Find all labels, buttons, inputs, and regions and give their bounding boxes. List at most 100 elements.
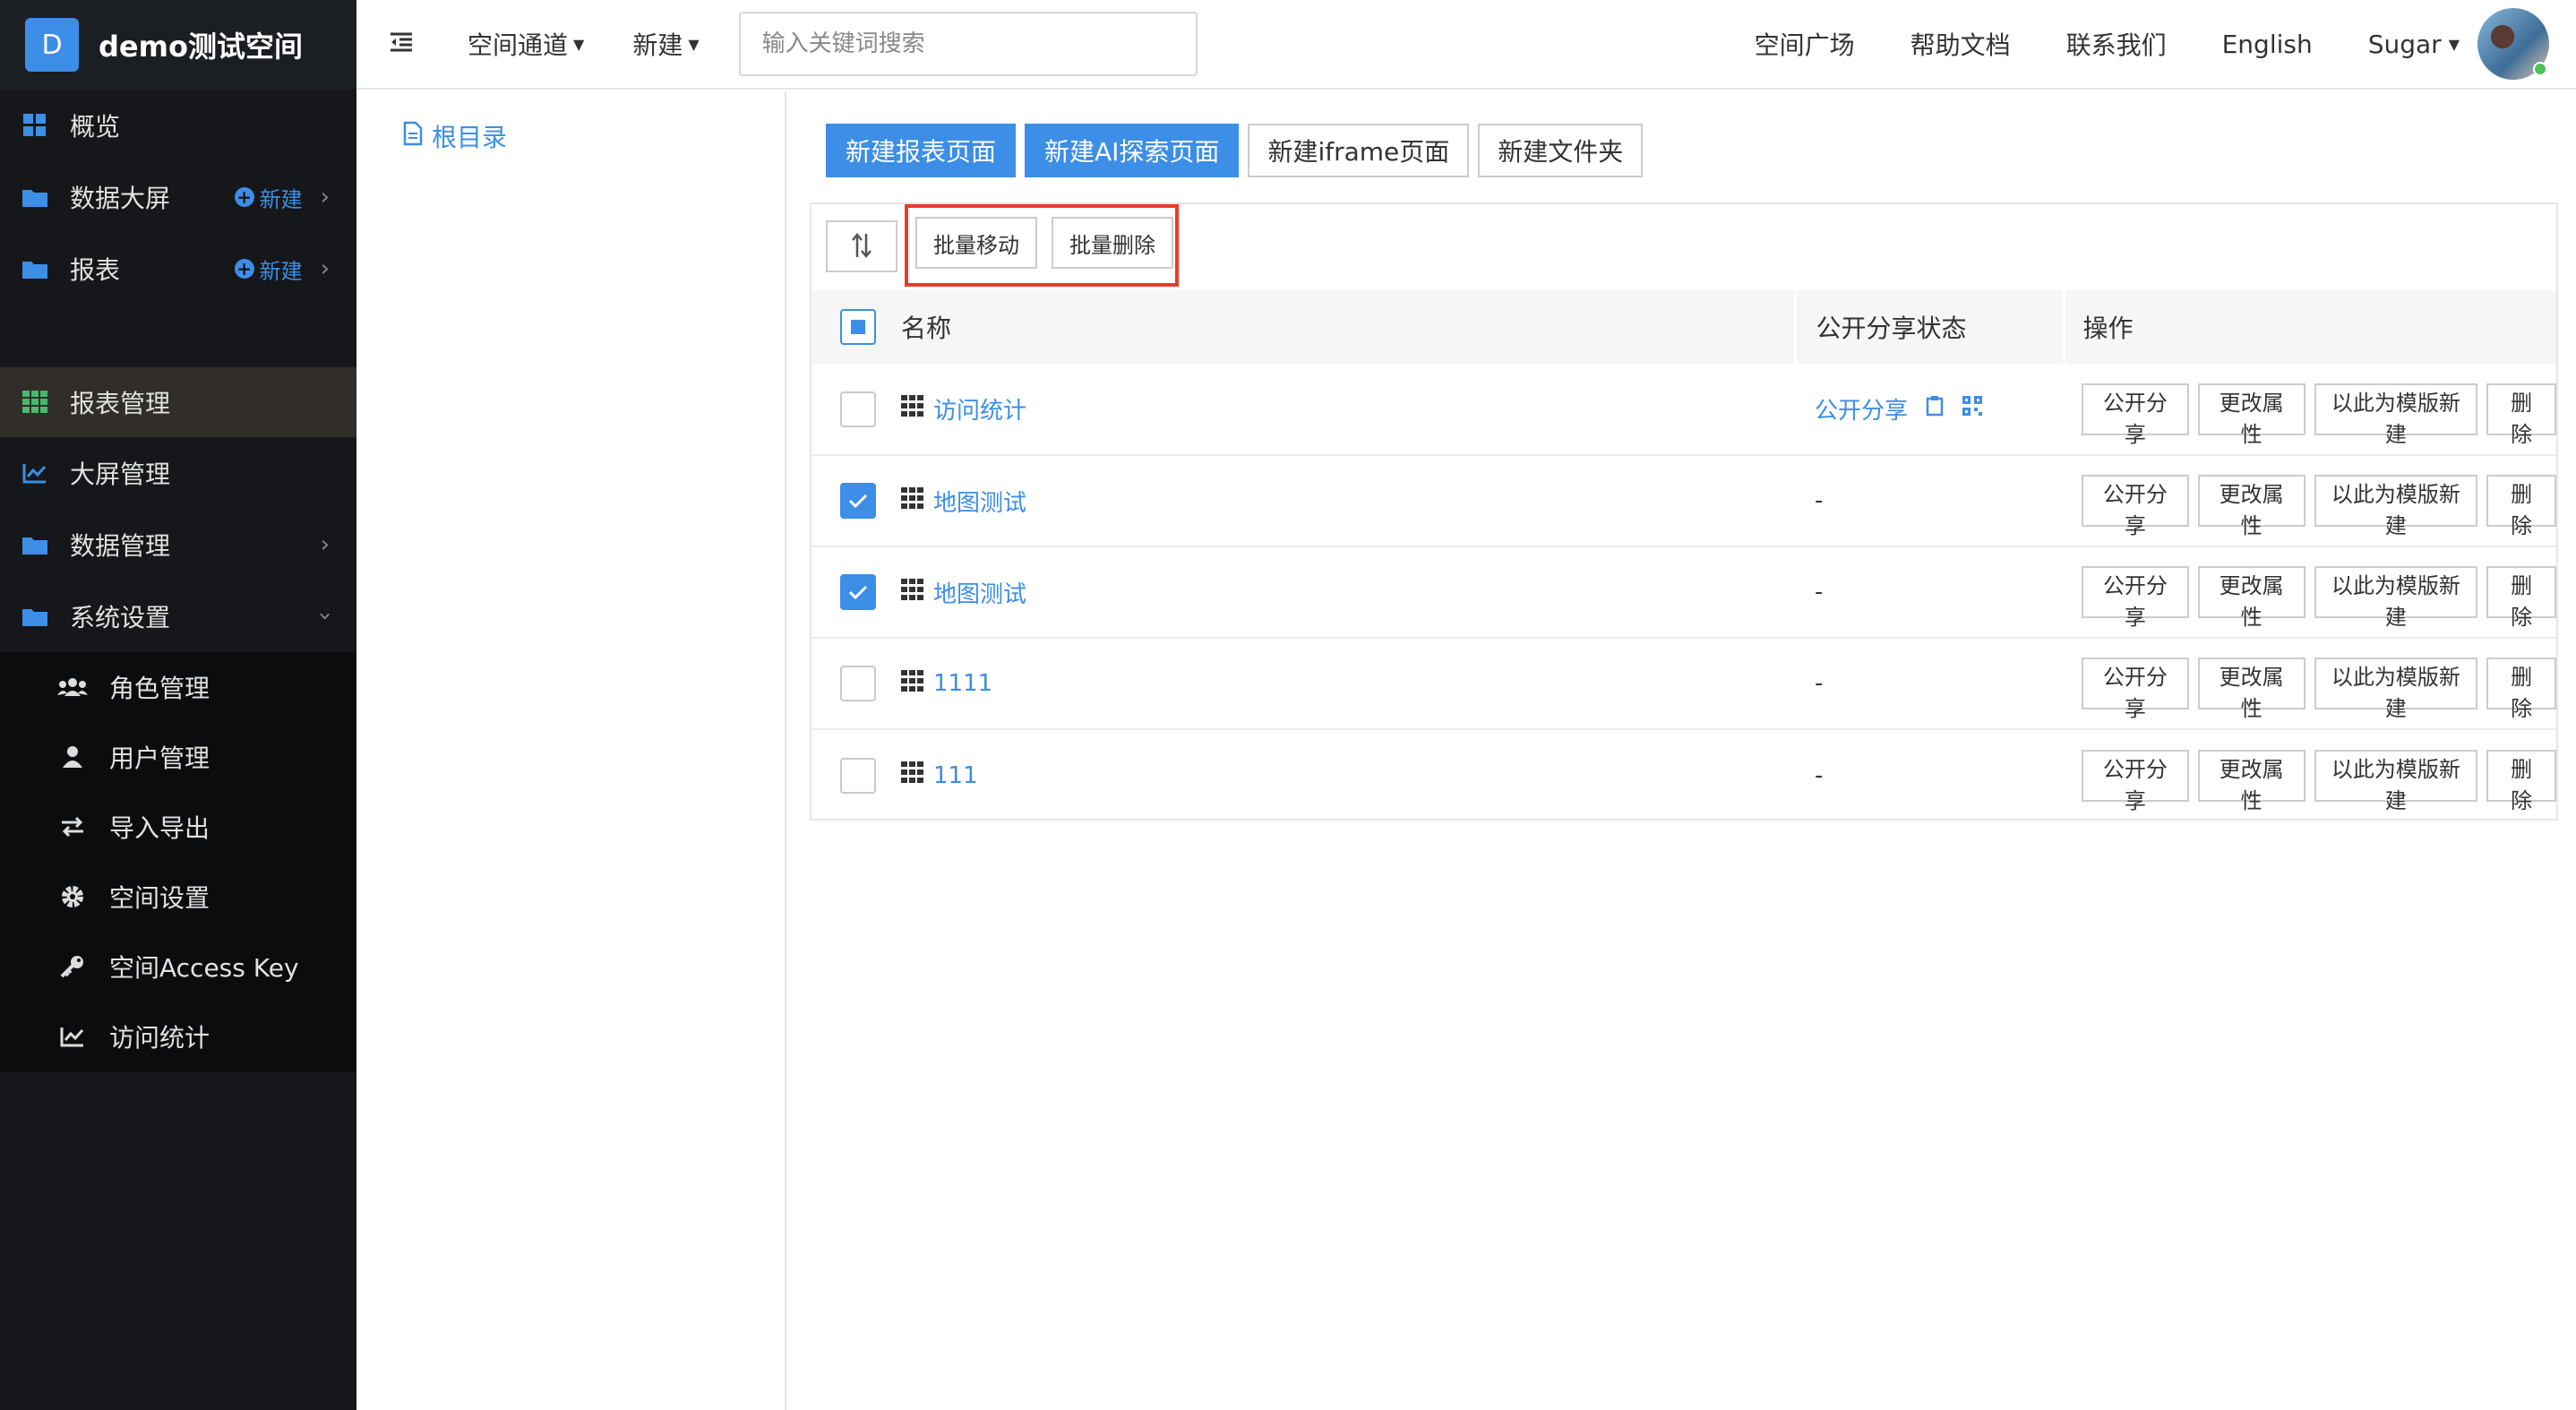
batch-move-button[interactable]: 批量移动 bbox=[915, 217, 1037, 269]
sidebar-item-screen-mgmt[interactable]: 大屏管理 bbox=[0, 437, 356, 509]
chevron-right-icon: › bbox=[320, 255, 330, 282]
user-menu[interactable]: Sugar ▼ bbox=[2368, 8, 2549, 80]
public-share-button[interactable]: 公开分享 bbox=[2082, 566, 2189, 630]
sidebar-item-space-settings[interactable]: 空间设置 bbox=[0, 862, 356, 932]
sidebar: D demo测试空间 概览 数据大屏 + 新建 › 报表 + 新建 › 报表管理… bbox=[0, 0, 356, 1410]
sidebar-item-report-mgmt[interactable]: 报表管理 bbox=[0, 367, 356, 437]
sidebar-item-access-key[interactable]: 空间Access Key bbox=[0, 932, 356, 1002]
list-toolbar: 批量移动 批量删除 bbox=[811, 204, 2556, 290]
create-from-template-button[interactable]: 以此为模版新建 bbox=[2314, 566, 2478, 630]
edit-properties-button[interactable]: 更改属性 bbox=[2197, 566, 2306, 630]
sidebar-item-overview[interactable]: 概览 bbox=[0, 90, 356, 161]
create-from-template-button[interactable]: 以此为模版新建 bbox=[2314, 749, 2478, 813]
header-right: 空间广场 帮助文档 联系我们 English Sugar ▼ bbox=[1699, 8, 2549, 80]
new-folder-button[interactable]: 新建文件夹 bbox=[1478, 124, 1644, 177]
row-checkbox[interactable] bbox=[840, 391, 876, 427]
online-status-dot bbox=[2533, 62, 2547, 76]
contact-us-link[interactable]: 联系我们 bbox=[2066, 26, 2167, 62]
new-iframe-page-button[interactable]: 新建iframe页面 bbox=[1248, 124, 1470, 177]
sidebar-item-system-settings[interactable]: 系统设置 › bbox=[0, 580, 356, 652]
sidebar-item-reports[interactable]: 报表 + 新建 › bbox=[0, 233, 356, 305]
sidebar-item-visit-stats[interactable]: 访问统计 bbox=[0, 1002, 356, 1071]
new-big-screen-link[interactable]: + 新建 bbox=[234, 182, 303, 213]
share-status-cell: - bbox=[1815, 487, 1824, 514]
sidebar-item-import-export[interactable]: 导入导出 bbox=[0, 792, 356, 862]
edit-properties-button[interactable]: 更改属性 bbox=[2197, 658, 2306, 721]
report-name-link[interactable]: 地图测试 bbox=[901, 576, 1795, 609]
create-from-template-button[interactable]: 以此为模版新建 bbox=[2314, 383, 2478, 447]
key-icon bbox=[57, 954, 88, 979]
top-header: 空间通道▼ 新建▼ 空间广场 帮助文档 联系我们 English Sugar ▼ bbox=[356, 0, 2576, 90]
batch-delete-button[interactable]: 批量删除 bbox=[1052, 217, 1173, 269]
caret-down-icon: ▼ bbox=[688, 35, 700, 53]
report-name-link[interactable]: 地图测试 bbox=[901, 485, 1795, 518]
sidebar-item-users[interactable]: 用户管理 bbox=[0, 722, 356, 792]
public-share-button[interactable]: 公开分享 bbox=[2082, 658, 2189, 721]
plus-circle-icon: + bbox=[234, 259, 254, 279]
sidebar-item-big-screen[interactable]: 数据大屏 + 新建 › bbox=[0, 161, 356, 233]
table-row: 1111 - 公开分享 更改属性 以此为模版新建 删除 bbox=[811, 638, 2556, 729]
row-checkbox[interactable] bbox=[840, 666, 876, 701]
space-title[interactable]: demo测试空间 bbox=[99, 24, 303, 65]
edit-properties-button[interactable]: 更改属性 bbox=[2197, 749, 2306, 813]
delete-button[interactable]: 删除 bbox=[2486, 658, 2556, 721]
grid-icon bbox=[20, 113, 50, 138]
public-share-button[interactable]: 公开分享 bbox=[2082, 475, 2189, 538]
select-all-checkbox[interactable] bbox=[840, 309, 876, 345]
edit-properties-button[interactable]: 更改属性 bbox=[2197, 475, 2306, 538]
root-directory[interactable]: 根目录 bbox=[403, 118, 507, 154]
system-settings-submenu: 角色管理 用户管理 导入导出 空间设置 空间Access Key 访问统计 bbox=[0, 652, 356, 1071]
folder-icon bbox=[20, 258, 50, 279]
sort-button[interactable] bbox=[826, 220, 897, 272]
collapse-menu-icon[interactable] bbox=[389, 31, 416, 56]
public-share-button[interactable]: 公开分享 bbox=[2082, 749, 2189, 813]
sidebar-item-label: 用户管理 bbox=[109, 744, 210, 773]
delete-button[interactable]: 删除 bbox=[2486, 475, 2556, 538]
row-checkbox[interactable] bbox=[840, 757, 876, 794]
table-row: 111 - 公开分享 更改属性 以此为模版新建 删除 bbox=[811, 729, 2556, 821]
table-grid-icon bbox=[901, 486, 924, 515]
new-menu[interactable]: 新建 ▼ bbox=[632, 26, 699, 62]
delete-button[interactable]: 删除 bbox=[2486, 383, 2556, 447]
english-link[interactable]: English bbox=[2222, 30, 2313, 59]
chevron-right-icon: › bbox=[320, 531, 330, 558]
delete-button[interactable]: 删除 bbox=[2486, 749, 2556, 813]
new-ai-explore-page-button[interactable]: 新建AI探索页面 bbox=[1025, 124, 1240, 177]
edit-properties-button[interactable]: 更改属性 bbox=[2197, 383, 2306, 447]
report-name-link[interactable]: 1111 bbox=[901, 669, 1795, 698]
row-checkbox[interactable] bbox=[840, 483, 876, 519]
create-from-template-button[interactable]: 以此为模版新建 bbox=[2314, 658, 2478, 721]
help-docs-link[interactable]: 帮助文档 bbox=[1911, 26, 2011, 62]
report-name-link[interactable]: 111 bbox=[901, 761, 1795, 789]
create-from-template-button[interactable]: 以此为模版新建 bbox=[2314, 475, 2478, 538]
sidebar-item-roles[interactable]: 角色管理 bbox=[0, 652, 356, 722]
user-icon bbox=[57, 745, 88, 769]
search-input[interactable] bbox=[738, 12, 1198, 76]
row-actions: 公开分享 更改属性 以此为模版新建 删除 bbox=[2082, 475, 2556, 538]
table-grid-icon bbox=[901, 395, 924, 423]
space-square-link[interactable]: 空间广场 bbox=[1755, 26, 1855, 62]
table-row: 地图测试 - 公开分享 更改属性 以此为模版新建 删除 bbox=[811, 546, 2556, 638]
qr-code-icon[interactable] bbox=[1962, 395, 1983, 423]
sidebar-item-label: 大屏管理 bbox=[70, 460, 171, 489]
space-channel-menu[interactable]: 空间通道 ▼ bbox=[468, 26, 584, 62]
report-name-link[interactable]: 访问统计 bbox=[901, 392, 1795, 426]
delete-button[interactable]: 删除 bbox=[2486, 566, 2556, 630]
check-icon bbox=[848, 585, 868, 600]
sidebar-item-label: 系统设置 bbox=[70, 603, 171, 632]
sidebar-item-label: 报表管理 bbox=[70, 389, 171, 418]
public-share-button[interactable]: 公开分享 bbox=[2082, 383, 2189, 447]
table-grid-icon bbox=[901, 578, 924, 606]
row-checkbox[interactable] bbox=[840, 574, 876, 610]
new-report-link[interactable]: + 新建 bbox=[234, 254, 303, 285]
row-actions: 公开分享 更改属性 以此为模版新建 删除 bbox=[2082, 383, 2556, 447]
sidebar-item-label: 导入导出 bbox=[109, 813, 210, 843]
avatar[interactable] bbox=[2477, 8, 2549, 80]
sidebar-item-data-mgmt[interactable]: 数据管理 › bbox=[0, 509, 356, 580]
gear-icon bbox=[57, 884, 88, 909]
new-report-page-button[interactable]: 新建报表页面 bbox=[826, 124, 1017, 177]
public-share-link[interactable]: 公开分享 bbox=[1815, 392, 1908, 426]
sidebar-item-label: 访问统计 bbox=[109, 1023, 210, 1053]
clipboard-icon[interactable] bbox=[1926, 395, 1944, 423]
column-header-actions: 操作 bbox=[2062, 290, 2556, 364]
